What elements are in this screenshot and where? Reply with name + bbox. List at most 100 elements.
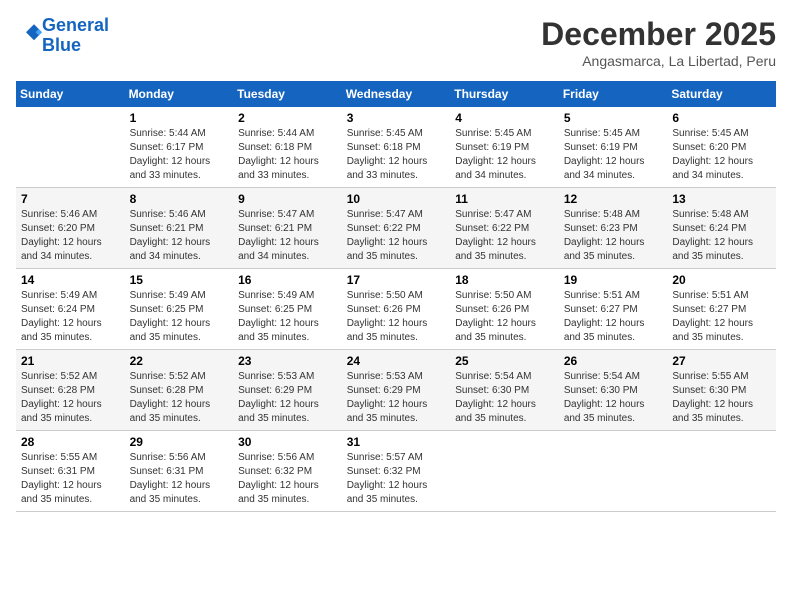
day-number: 15	[130, 273, 229, 287]
calendar-cell: 24 Sunrise: 5:53 AM Sunset: 6:29 PM Dayli…	[342, 350, 451, 431]
calendar-cell: 23 Sunrise: 5:53 AM Sunset: 6:29 PM Dayli…	[233, 350, 342, 431]
day-info: Sunrise: 5:47 AM Sunset: 6:21 PM Dayligh…	[238, 208, 337, 264]
day-info: Sunrise: 5:44 AM Sunset: 6:17 PM Dayligh…	[130, 127, 229, 183]
day-info: Sunrise: 5:46 AM Sunset: 6:21 PM Dayligh…	[130, 208, 229, 264]
calendar-cell: 7 Sunrise: 5:46 AM Sunset: 6:20 PM Daylig…	[16, 188, 125, 269]
day-info: Sunrise: 5:52 AM Sunset: 6:28 PM Dayligh…	[21, 370, 120, 426]
header-cell-monday: Monday	[125, 81, 234, 107]
calendar-cell: 29 Sunrise: 5:56 AM Sunset: 6:31 PM Dayli…	[125, 431, 234, 512]
day-number: 5	[564, 111, 663, 125]
day-number: 10	[347, 192, 446, 206]
calendar-cell: 21Sunrise: 5:52 AM Sunset: 6:28 PM Dayli…	[16, 350, 125, 431]
day-number: 24	[347, 354, 446, 368]
calendar-cell: 11Sunrise: 5:47 AM Sunset: 6:22 PM Dayli…	[450, 188, 559, 269]
day-info: Sunrise: 5:44 AM Sunset: 6:18 PM Dayligh…	[238, 127, 337, 183]
day-number: 8	[130, 192, 229, 206]
day-number: 31	[347, 435, 446, 449]
day-info: Sunrise: 5:56 AM Sunset: 6:31 PM Dayligh…	[130, 451, 229, 507]
calendar-cell: 12Sunrise: 5:48 AM Sunset: 6:23 PM Dayli…	[559, 188, 668, 269]
calendar-cell: 25 Sunrise: 5:54 AM Sunset: 6:30 PM Dayli…	[450, 350, 559, 431]
day-info: Sunrise: 5:53 AM Sunset: 6:29 PM Dayligh…	[347, 370, 446, 426]
day-number: 16	[238, 273, 337, 287]
day-number: 27	[672, 354, 771, 368]
day-number: 25	[455, 354, 554, 368]
day-number: 12	[564, 192, 663, 206]
day-number: 18	[455, 273, 554, 287]
day-number: 14	[21, 273, 120, 287]
calendar-cell	[16, 107, 125, 188]
calendar-cell: 1 Sunrise: 5:44 AM Sunset: 6:17 PM Daylig…	[125, 107, 234, 188]
location-subtitle: Angasmarca, La Libertad, Peru	[541, 53, 776, 69]
day-number: 20	[672, 273, 771, 287]
calendar-header-row: SundayMondayTuesdayWednesdayThursdayFrid…	[16, 81, 776, 107]
logo-line1: General	[42, 15, 109, 35]
header-cell-tuesday: Tuesday	[233, 81, 342, 107]
day-info: Sunrise: 5:54 AM Sunset: 6:30 PM Dayligh…	[564, 370, 663, 426]
day-number: 13	[672, 192, 771, 206]
day-number: 4	[455, 111, 554, 125]
day-number: 17	[347, 273, 446, 287]
day-number: 9	[238, 192, 337, 206]
calendar-cell: 3Sunrise: 5:45 AM Sunset: 6:18 PM Daylig…	[342, 107, 451, 188]
title-area: December 2025 Angasmarca, La Libertad, P…	[541, 16, 776, 69]
header-cell-friday: Friday	[559, 81, 668, 107]
header: General Blue December 2025 Angasmarca, L…	[16, 16, 776, 69]
day-info: Sunrise: 5:45 AM Sunset: 6:18 PM Dayligh…	[347, 127, 446, 183]
day-number: 2	[238, 111, 337, 125]
calendar-cell: 20 Sunrise: 5:51 AM Sunset: 6:27 PM Dayli…	[667, 269, 776, 350]
calendar-cell: 8 Sunrise: 5:46 AM Sunset: 6:21 PM Daylig…	[125, 188, 234, 269]
calendar-week-row: 1 Sunrise: 5:44 AM Sunset: 6:17 PM Daylig…	[16, 107, 776, 188]
day-number: 6	[672, 111, 771, 125]
calendar-cell: 16 Sunrise: 5:49 AM Sunset: 6:25 PM Dayli…	[233, 269, 342, 350]
calendar-cell: 15 Sunrise: 5:49 AM Sunset: 6:25 PM Dayli…	[125, 269, 234, 350]
calendar-cell: 14Sunrise: 5:49 AM Sunset: 6:24 PM Dayli…	[16, 269, 125, 350]
calendar-cell	[450, 431, 559, 512]
day-info: Sunrise: 5:45 AM Sunset: 6:19 PM Dayligh…	[564, 127, 663, 183]
day-info: Sunrise: 5:49 AM Sunset: 6:25 PM Dayligh…	[238, 289, 337, 345]
header-cell-thursday: Thursday	[450, 81, 559, 107]
calendar-cell: 31 Sunrise: 5:57 AM Sunset: 6:32 PM Dayli…	[342, 431, 451, 512]
calendar-cell	[667, 431, 776, 512]
logo: General Blue	[16, 16, 109, 56]
day-info: Sunrise: 5:46 AM Sunset: 6:20 PM Dayligh…	[21, 208, 120, 264]
day-info: Sunrise: 5:52 AM Sunset: 6:28 PM Dayligh…	[130, 370, 229, 426]
calendar-week-row: 28Sunrise: 5:55 AM Sunset: 6:31 PM Dayli…	[16, 431, 776, 512]
calendar-cell: 27 Sunrise: 5:55 AM Sunset: 6:30 PM Dayli…	[667, 350, 776, 431]
day-info: Sunrise: 5:51 AM Sunset: 6:27 PM Dayligh…	[564, 289, 663, 345]
day-info: Sunrise: 5:57 AM Sunset: 6:32 PM Dayligh…	[347, 451, 446, 507]
calendar-cell: 19 Sunrise: 5:51 AM Sunset: 6:27 PM Dayli…	[559, 269, 668, 350]
day-info: Sunrise: 5:47 AM Sunset: 6:22 PM Dayligh…	[455, 208, 554, 264]
header-cell-sunday: Sunday	[16, 81, 125, 107]
day-number: 23	[238, 354, 337, 368]
day-info: Sunrise: 5:55 AM Sunset: 6:31 PM Dayligh…	[21, 451, 120, 507]
calendar-table: SundayMondayTuesdayWednesdayThursdayFrid…	[16, 81, 776, 512]
calendar-cell: 10 Sunrise: 5:47 AM Sunset: 6:22 PM Dayli…	[342, 188, 451, 269]
calendar-cell: 18 Sunrise: 5:50 AM Sunset: 6:26 PM Dayli…	[450, 269, 559, 350]
day-info: Sunrise: 5:55 AM Sunset: 6:30 PM Dayligh…	[672, 370, 771, 426]
day-number: 19	[564, 273, 663, 287]
calendar-cell	[559, 431, 668, 512]
calendar-cell: 4 Sunrise: 5:45 AM Sunset: 6:19 PM Daylig…	[450, 107, 559, 188]
calendar-cell: 5 Sunrise: 5:45 AM Sunset: 6:19 PM Daylig…	[559, 107, 668, 188]
calendar-cell: 13Sunrise: 5:48 AM Sunset: 6:24 PM Dayli…	[667, 188, 776, 269]
day-info: Sunrise: 5:56 AM Sunset: 6:32 PM Dayligh…	[238, 451, 337, 507]
day-info: Sunrise: 5:47 AM Sunset: 6:22 PM Dayligh…	[347, 208, 446, 264]
day-info: Sunrise: 5:53 AM Sunset: 6:29 PM Dayligh…	[238, 370, 337, 426]
day-info: Sunrise: 5:54 AM Sunset: 6:30 PM Dayligh…	[455, 370, 554, 426]
day-number: 26	[564, 354, 663, 368]
calendar-week-row: 7 Sunrise: 5:46 AM Sunset: 6:20 PM Daylig…	[16, 188, 776, 269]
day-number: 7	[21, 192, 120, 206]
day-info: Sunrise: 5:49 AM Sunset: 6:25 PM Dayligh…	[130, 289, 229, 345]
calendar-cell: 26 Sunrise: 5:54 AM Sunset: 6:30 PM Dayli…	[559, 350, 668, 431]
day-info: Sunrise: 5:45 AM Sunset: 6:19 PM Dayligh…	[455, 127, 554, 183]
header-cell-saturday: Saturday	[667, 81, 776, 107]
day-number: 1	[130, 111, 229, 125]
day-info: Sunrise: 5:51 AM Sunset: 6:27 PM Dayligh…	[672, 289, 771, 345]
day-info: Sunrise: 5:50 AM Sunset: 6:26 PM Dayligh…	[455, 289, 554, 345]
logo-icon	[18, 21, 42, 45]
calendar-cell: 30Sunrise: 5:56 AM Sunset: 6:32 PM Dayli…	[233, 431, 342, 512]
calendar-cell: 6 Sunrise: 5:45 AM Sunset: 6:20 PM Daylig…	[667, 107, 776, 188]
calendar-week-row: 21Sunrise: 5:52 AM Sunset: 6:28 PM Dayli…	[16, 350, 776, 431]
day-number: 29	[130, 435, 229, 449]
day-info: Sunrise: 5:45 AM Sunset: 6:20 PM Dayligh…	[672, 127, 771, 183]
